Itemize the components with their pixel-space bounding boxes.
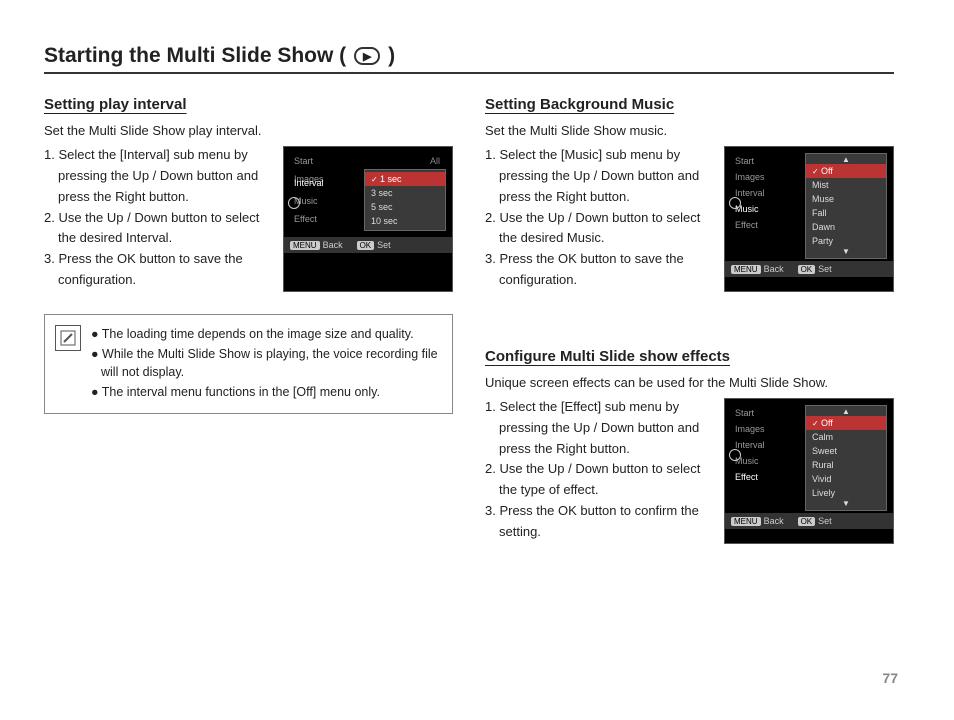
- menu-item-interval: Interval: [731, 437, 803, 453]
- sub-party: Party: [806, 234, 886, 248]
- steps-interval: 1. Select the [Interval] sub menu by pre…: [44, 146, 271, 292]
- playback-icon: [729, 449, 741, 461]
- sub-vivid: Vivid: [806, 472, 886, 486]
- camera-menu-interval: Start All Images 1 sec 3 sec 5 sec 10 se…: [283, 146, 453, 292]
- section-title-effects: Configure Multi Slide show effects: [485, 348, 894, 365]
- camera-menu-music: Start Images Interval Music Effect ▲ Off: [724, 146, 894, 292]
- scroll-up-icon: ▲: [806, 408, 886, 416]
- sub-10sec: 10 sec: [365, 214, 445, 228]
- sub-off: Off: [806, 164, 886, 178]
- sub-mist: Mist: [806, 178, 886, 192]
- sub-5sec: 5 sec: [365, 200, 445, 214]
- menu-item-music: Music: [290, 193, 362, 209]
- memo-icon: [60, 330, 76, 346]
- menu-item-interval: Interval: [731, 185, 803, 201]
- sub-rural: Rural: [806, 458, 886, 472]
- section-title-interval: Setting play interval: [44, 96, 453, 113]
- section-title-music: Setting Background Music: [485, 96, 894, 113]
- menu-item-start: Start: [290, 153, 362, 169]
- sub-dawn: Dawn: [806, 220, 886, 234]
- sub-1sec: 1 sec: [365, 172, 445, 186]
- sub-muse: Muse: [806, 192, 886, 206]
- menu-item-effect: Effect: [731, 217, 803, 233]
- menu-item-images: Images: [731, 169, 803, 185]
- submenu-music: ▲ Off Mist Muse Fall Dawn Party ▼: [805, 153, 887, 259]
- sub-off: Off: [806, 416, 886, 430]
- menu-item-music: Music: [731, 201, 803, 217]
- intro-music: Set the Multi Slide Show music.: [485, 123, 894, 138]
- note-box: ● The loading time depends on the image …: [44, 314, 453, 415]
- page-number: 77: [882, 670, 898, 686]
- menu-item-music: Music: [731, 453, 803, 469]
- scroll-down-icon: ▼: [806, 500, 886, 508]
- menu-right-all: All: [362, 153, 446, 169]
- menu-item-start: Start: [731, 405, 803, 421]
- steps-effects: 1. Select the [Effect] sub menu by press…: [485, 398, 712, 544]
- playback-icon: [288, 197, 300, 209]
- title-pre: Starting the Multi Slide Show (: [44, 44, 346, 68]
- steps-music: 1. Select the [Music] sub menu by pressi…: [485, 146, 712, 292]
- note-items: ● The loading time depends on the image …: [91, 325, 440, 404]
- slideshow-icon: ▶: [354, 47, 380, 65]
- sub-fall: Fall: [806, 206, 886, 220]
- page-title: Starting the Multi Slide Show ( ▶ ): [44, 44, 894, 74]
- sub-calm: Calm: [806, 430, 886, 444]
- camera-footer: MENUBack OKSet: [725, 261, 893, 277]
- sub-lively: Lively: [806, 486, 886, 500]
- intro-effects: Unique screen effects can be used for th…: [485, 375, 894, 390]
- note-icon: [55, 325, 81, 351]
- menu-item-effect: Effect: [290, 211, 362, 227]
- sub-3sec: 3 sec: [365, 186, 445, 200]
- camera-footer: MENUBack OKSet: [725, 513, 893, 529]
- menu-item-start: Start: [731, 153, 803, 169]
- title-post: ): [388, 44, 395, 68]
- scroll-down-icon: ▼: [806, 248, 886, 256]
- camera-menu-effect: Start Images Interval Music Effect ▲ Off: [724, 398, 894, 544]
- menu-item-images: Images: [731, 421, 803, 437]
- submenu-effect: ▲ Off Calm Sweet Rural Vivid Lively ▼: [805, 405, 887, 511]
- menu-item-effect: Effect: [731, 469, 803, 485]
- camera-footer: MENUBack OKSet: [284, 237, 452, 253]
- menu-item-interval: Interval: [290, 175, 362, 191]
- intro-interval: Set the Multi Slide Show play interval.: [44, 123, 453, 138]
- sub-sweet: Sweet: [806, 444, 886, 458]
- submenu-interval: 1 sec 3 sec 5 sec 10 sec: [364, 169, 446, 231]
- playback-icon: [729, 197, 741, 209]
- scroll-up-icon: ▲: [806, 156, 886, 164]
